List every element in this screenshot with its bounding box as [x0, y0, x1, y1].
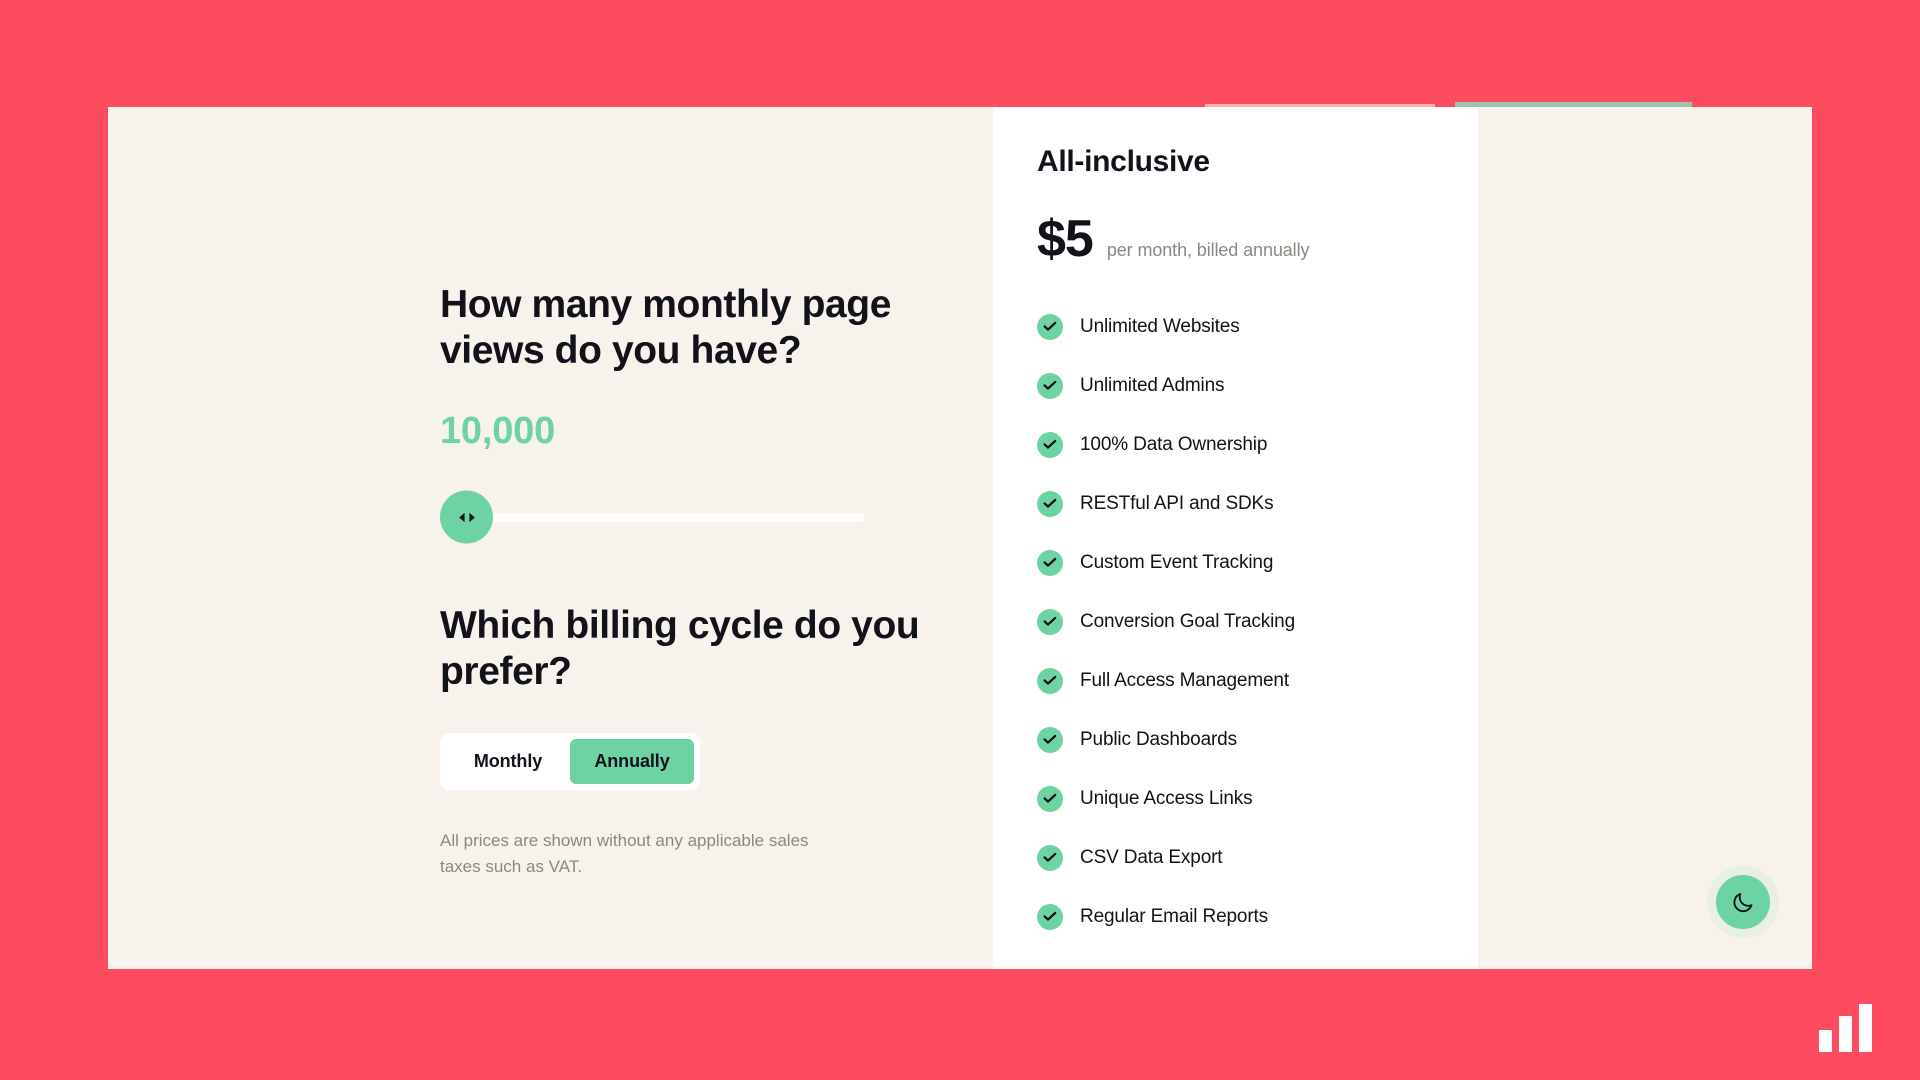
list-item: Public Dashboards	[1037, 710, 1478, 769]
check-icon	[1037, 431, 1063, 458]
logo-bar	[1859, 1004, 1872, 1052]
feature-label: Custom Event Tracking	[1080, 551, 1274, 573]
feature-label: CSV Data Export	[1080, 846, 1223, 868]
feature-label: Public Dashboards	[1080, 728, 1237, 750]
feature-label: RESTful API and SDKs	[1080, 492, 1274, 514]
check-icon	[1037, 490, 1063, 517]
billing-question: Which billing cycle do you prefer?	[440, 604, 920, 694]
plan-name: All-inclusive	[1037, 145, 1210, 178]
list-item: Custom Event Tracking	[1037, 533, 1478, 592]
plan-price-note: per month, billed annually	[1106, 240, 1310, 260]
feature-label: Unlimited Websites	[1080, 315, 1240, 337]
feature-label: 100% Data Ownership	[1080, 433, 1268, 455]
price-row: $5 per month, billed annually	[1037, 213, 1478, 265]
configurator-pane: How many monthly page views do you have?…	[108, 107, 993, 969]
feature-label: Unique Access Links	[1080, 787, 1253, 809]
card-right-gutter	[1478, 107, 1812, 969]
logo-bar	[1839, 1016, 1852, 1052]
feature-label: Unlimited Admins	[1080, 374, 1225, 396]
bar-chart-logo-icon	[1819, 1004, 1872, 1052]
check-icon	[1037, 313, 1063, 340]
pageviews-slider[interactable]	[440, 489, 865, 545]
pricing-card: How many monthly page views do you have?…	[108, 107, 1812, 969]
list-item: Unique Access Links	[1037, 769, 1478, 828]
left-right-arrows-icon	[458, 512, 475, 522]
list-item: 100% Data Ownership	[1037, 415, 1478, 474]
billing-option-monthly[interactable]: Monthly	[446, 739, 570, 784]
list-item: Unlimited Websites	[1037, 297, 1478, 356]
feature-list: Unlimited Websites Unlimited Admins 100%…	[1037, 297, 1478, 946]
slider-thumb[interactable]	[440, 490, 493, 544]
check-icon	[1037, 726, 1063, 753]
tax-disclaimer: All prices are shown without any applica…	[440, 831, 809, 876]
check-icon	[1037, 549, 1063, 576]
pageviews-value: 10,000	[440, 410, 556, 453]
theme-toggle-button[interactable]	[1716, 875, 1770, 929]
feature-label: Full Access Management	[1080, 669, 1289, 691]
check-icon	[1037, 667, 1063, 694]
check-icon	[1037, 372, 1063, 399]
list-item: Full Access Management	[1037, 651, 1478, 710]
billing-cycle-toggle[interactable]: Monthly Annually	[440, 733, 700, 791]
plan-price: $5	[1037, 210, 1094, 268]
list-item: Regular Email Reports	[1037, 887, 1478, 946]
check-icon	[1037, 844, 1063, 871]
list-item: Unlimited Admins	[1037, 356, 1478, 415]
plan-summary-pane: All-inclusive $5 per month, billed annua…	[993, 107, 1478, 969]
feature-label: Conversion Goal Tracking	[1080, 610, 1296, 632]
billing-option-annually[interactable]: Annually	[570, 739, 694, 785]
list-item: Conversion Goal Tracking	[1037, 592, 1478, 651]
logo-bar	[1819, 1030, 1832, 1052]
check-icon	[1037, 903, 1063, 930]
list-item: RESTful API and SDKs	[1037, 474, 1478, 533]
list-item: CSV Data Export	[1037, 828, 1478, 887]
slider-track[interactable]	[466, 512, 865, 522]
moon-icon	[1733, 893, 1753, 913]
pageviews-question: How many monthly page views do you have?	[440, 283, 891, 373]
check-icon	[1037, 608, 1063, 635]
feature-label: Regular Email Reports	[1080, 905, 1268, 927]
check-icon	[1037, 785, 1063, 812]
